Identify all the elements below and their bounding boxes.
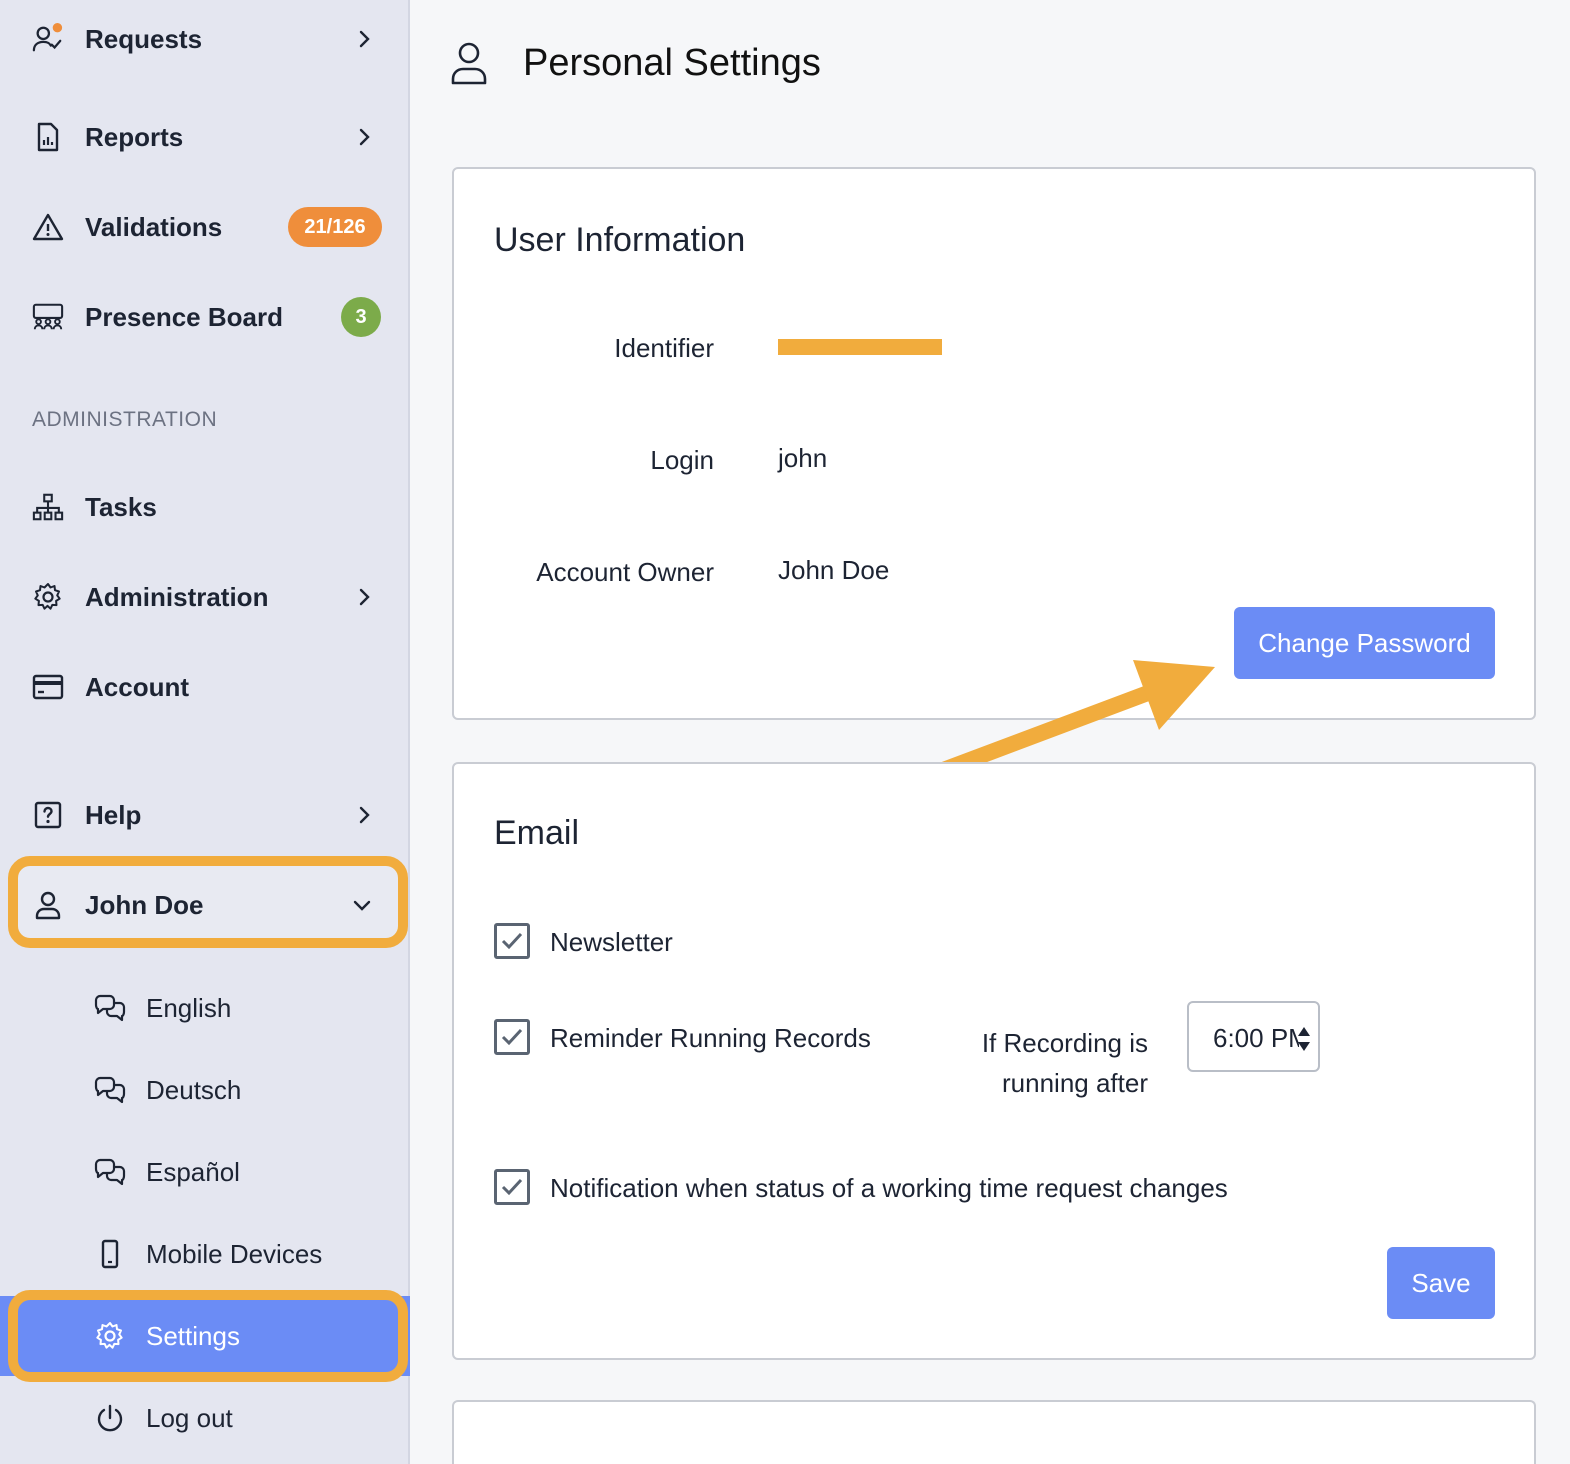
recording-label-line-2: running after [1002, 1068, 1148, 1098]
user-name-label: John Doe [85, 889, 204, 920]
sidebar-item-label: Requests [85, 23, 203, 54]
sidebar-item-label: Tasks [85, 491, 157, 522]
third-settings-card [452, 1400, 1536, 1464]
newsletter-checkbox[interactable] [494, 923, 530, 959]
login-value: john [778, 443, 828, 473]
language-chat-icon [92, 992, 128, 1024]
presence-count-badge: 3 [341, 297, 381, 337]
user-icon [450, 40, 488, 91]
save-button[interactable]: Save [1387, 1247, 1495, 1319]
chevron-right-icon [359, 128, 370, 146]
status-notification-checkbox[interactable] [494, 1169, 530, 1205]
report-document-icon [32, 121, 64, 153]
validations-count-badge: 21/126 [288, 207, 382, 247]
user-check-icon [32, 23, 64, 55]
sidebar-item-label: Help [85, 799, 142, 830]
administration-section-title: ADMINISTRATION [32, 408, 218, 431]
sidebar-subitem-label: Mobile Devices [146, 1238, 323, 1269]
power-icon [92, 1402, 128, 1434]
identifier-value-redacted [778, 339, 942, 355]
language-chat-icon [92, 1074, 128, 1106]
sidebar-item-label: Account [85, 671, 189, 702]
help-icon [32, 799, 64, 831]
language-chat-icon [92, 1156, 128, 1188]
sidebar-item-administration[interactable]: Administration [0, 567, 410, 627]
sidebar-subitem-settings[interactable]: Settings [0, 1306, 410, 1366]
email-card: Email Newsletter Reminder Running Record… [452, 762, 1536, 1360]
sidebar-item-account[interactable]: Account [0, 657, 410, 717]
change-password-button[interactable]: Change Password [1234, 607, 1495, 679]
status-notification-label: Notification when status of a working ti… [550, 1173, 1228, 1203]
gear-icon [32, 581, 64, 613]
sidebar-subitem-log-out[interactable]: Log out [0, 1388, 410, 1448]
sidebar-subitem-label: Deutsch [146, 1074, 242, 1105]
sidebar-subitem-deutsch[interactable]: Deutsch [0, 1060, 410, 1120]
gear-icon [92, 1320, 128, 1352]
sidebar-item-label: Administration [85, 581, 269, 612]
checkmark-icon [501, 932, 523, 950]
sidebar-item-label: Presence Board [85, 301, 283, 332]
checkmark-icon [501, 1028, 523, 1046]
user-icon [32, 889, 64, 921]
login-label: Login [650, 445, 714, 475]
sidebar-subitem-mobile-devices[interactable]: Mobile Devices [0, 1224, 410, 1284]
account-owner-value: John Doe [778, 555, 890, 585]
sidebar-subitem-label: Log out [146, 1402, 233, 1433]
sidebar-item-label: Reports [85, 121, 184, 152]
chevron-right-icon [359, 588, 370, 606]
sidebar-item-requests[interactable]: Requests [0, 9, 410, 69]
reminder-running-records-checkbox[interactable] [494, 1019, 530, 1055]
credit-card-icon [32, 671, 64, 703]
page-title: Personal Settings [523, 42, 821, 84]
sidebar-item-help[interactable]: Help [0, 785, 410, 845]
checkmark-icon [501, 1178, 523, 1196]
identifier-label: Identifier [614, 333, 714, 363]
sidebar-subitem-espanol[interactable]: Español [0, 1142, 410, 1202]
user-information-card: User Information Identifier Login john A… [452, 167, 1536, 720]
recording-time-value: 6:00 PM [1213, 1023, 1299, 1053]
sidebar-subitem-label: English [146, 992, 232, 1023]
recording-time-select[interactable]: 6:00 PM [1187, 1001, 1320, 1072]
page-header [450, 40, 488, 91]
chevron-down-icon [353, 900, 371, 911]
reminder-running-records-label: Reminder Running Records [550, 1023, 871, 1053]
hierarchy-icon [32, 491, 64, 523]
sidebar-item-label: Validations [85, 211, 223, 242]
warning-triangle-icon [32, 211, 64, 243]
sidebar-item-validations[interactable]: Validations 21/126 [0, 197, 410, 257]
newsletter-label: Newsletter [550, 927, 673, 957]
sidebar-subitem-label: Settings [146, 1320, 240, 1351]
sidebar-item-tasks[interactable]: Tasks [0, 477, 410, 537]
sidebar-subitem-english[interactable]: English [0, 978, 410, 1038]
sidebar-item-reports[interactable]: Reports [0, 107, 410, 167]
recording-label-line-1: If Recording is [981, 1028, 1148, 1058]
recording-threshold-label: If Recording is running after [954, 1023, 1148, 1103]
sidebar-item-user-menu[interactable]: John Doe [0, 875, 410, 935]
sidebar-subitem-label: Español [146, 1156, 240, 1187]
sidebar: Requests Reports Validations 21/126 Pres… [0, 0, 410, 1464]
presence-board-icon [32, 301, 64, 333]
account-owner-label: Account Owner [536, 557, 714, 587]
sidebar-item-presence-board[interactable]: Presence Board 3 [0, 287, 410, 347]
email-title: Email [494, 814, 580, 852]
select-arrows-icon [1298, 1027, 1310, 1051]
mobile-phone-icon [92, 1238, 128, 1270]
user-information-title: User Information [494, 221, 746, 259]
chevron-right-icon [359, 806, 370, 824]
chevron-right-icon [359, 30, 370, 48]
